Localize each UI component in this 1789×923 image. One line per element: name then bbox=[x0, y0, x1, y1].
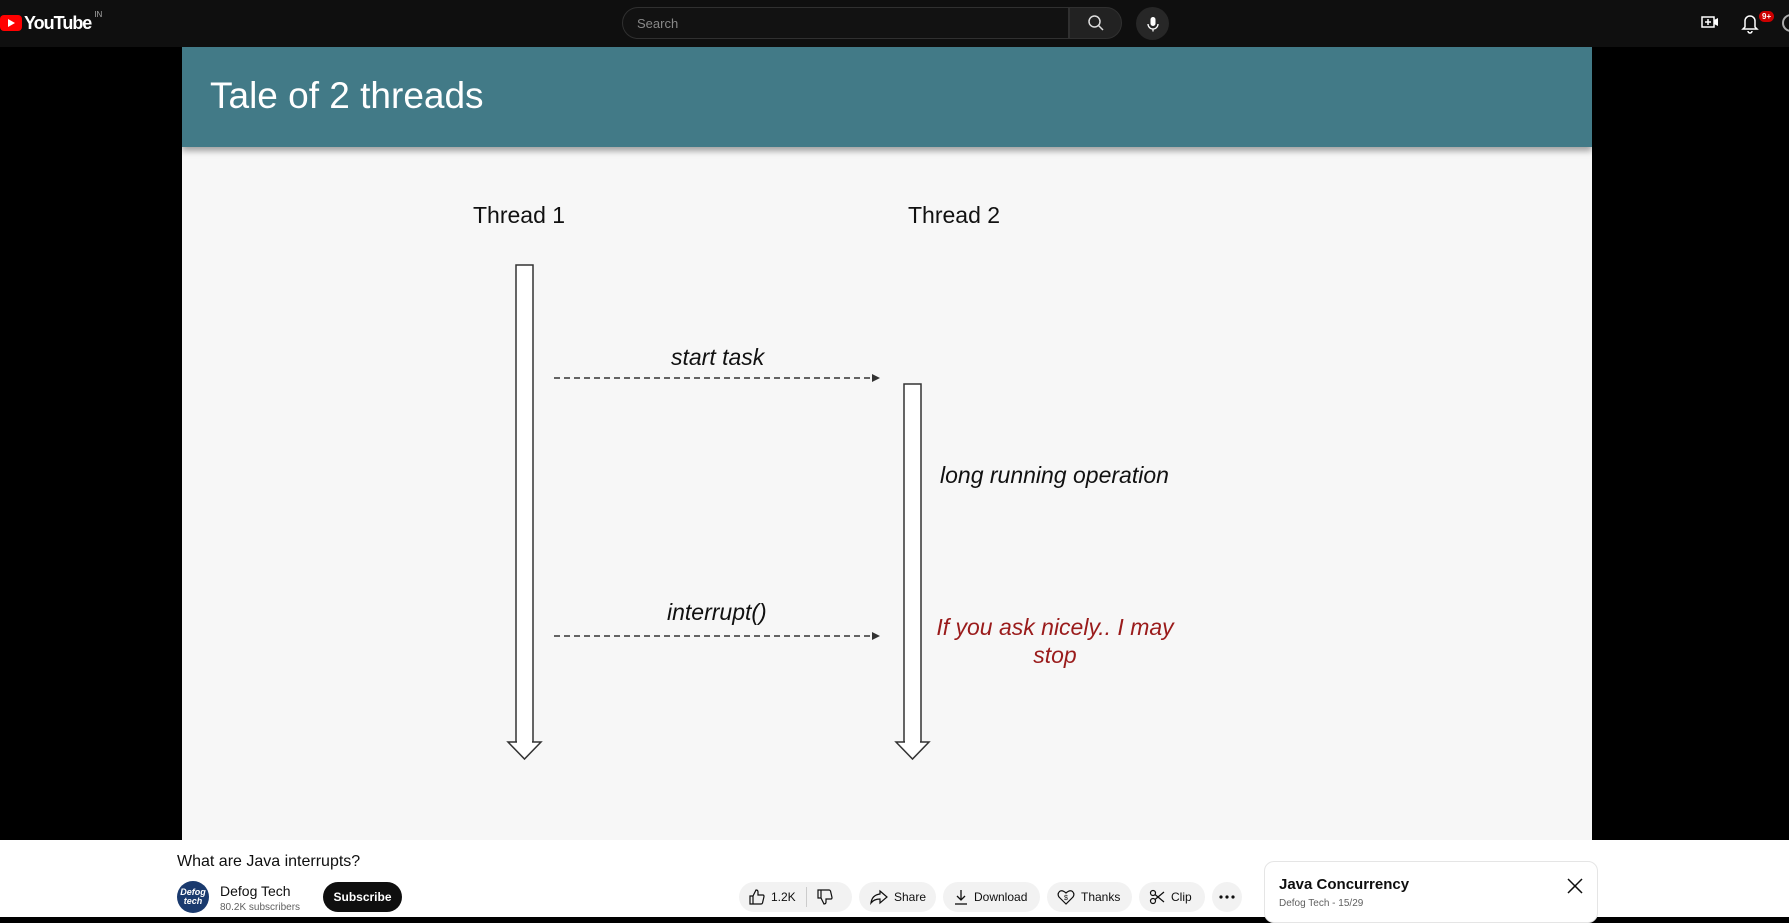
thread1-lifeline bbox=[506, 264, 543, 761]
thumbs-up-icon bbox=[749, 889, 765, 905]
youtube-play-icon bbox=[0, 15, 22, 31]
sequence-diagram bbox=[506, 264, 931, 761]
download-label: Download bbox=[974, 890, 1028, 904]
thumbs-down-icon bbox=[817, 889, 833, 905]
dislike-button[interactable] bbox=[817, 889, 833, 905]
country-code: IN bbox=[94, 10, 103, 19]
thread2-lifeline bbox=[894, 383, 931, 761]
voice-search-button[interactable] bbox=[1136, 7, 1169, 40]
more-horizontal-icon bbox=[1219, 895, 1235, 899]
avatar-icon bbox=[1782, 14, 1789, 32]
youtube-logo[interactable]: YouTube IN bbox=[0, 10, 103, 34]
top-bar: YouTube IN Search 9+ bbox=[0, 0, 1789, 47]
clip-button[interactable]: Clip bbox=[1139, 882, 1205, 912]
create-video-icon bbox=[1701, 16, 1718, 28]
share-button[interactable]: Share bbox=[859, 882, 936, 912]
logo-text: YouTube bbox=[24, 12, 92, 33]
interrupt-arrow bbox=[554, 632, 880, 640]
video-player[interactable]: Tale of 2 threads Thread 1 Thread 2 star… bbox=[182, 47, 1592, 840]
like-count: 1.2K bbox=[771, 890, 796, 904]
subscribe-button[interactable]: Subscribe bbox=[323, 882, 402, 912]
bell-icon bbox=[1741, 15, 1759, 34]
thanks-heart-icon: $ bbox=[1057, 890, 1075, 905]
create-button[interactable] bbox=[1700, 12, 1720, 37]
long-running-label: long running operation bbox=[940, 462, 1169, 488]
video-title: What are Java interrupts? bbox=[177, 853, 361, 870]
microphone-icon bbox=[1146, 16, 1159, 31]
playlist-title[interactable]: Java Concurrency bbox=[1279, 876, 1409, 893]
download-button[interactable]: Download bbox=[943, 882, 1040, 912]
interrupt-label: interrupt() bbox=[667, 599, 767, 625]
search-placeholder: Search bbox=[637, 15, 679, 31]
may-stop-label: If you ask nicely.. I may stop bbox=[936, 614, 1174, 668]
playlist-panel: Java Concurrency Defog Tech - 15/29 bbox=[1264, 861, 1598, 923]
account-avatar[interactable] bbox=[1782, 14, 1789, 32]
thread2-label: Thread 2 bbox=[908, 202, 1001, 228]
subscriber-count: 80.2K subscribers bbox=[220, 902, 301, 913]
channel-name[interactable]: Defog Tech bbox=[220, 883, 291, 899]
channel-avatar-text: Defog tech bbox=[180, 887, 206, 906]
start-task-arrow bbox=[554, 374, 880, 382]
share-label: Share bbox=[894, 890, 927, 904]
thanks-button[interactable]: $ Thanks bbox=[1047, 882, 1132, 912]
clip-label: Clip bbox=[1171, 890, 1192, 904]
video-info: What are Java interrupts? Defog tech Def… bbox=[0, 840, 1789, 923]
channel-avatar[interactable]: Defog tech bbox=[177, 881, 209, 913]
thanks-label: Thanks bbox=[1081, 890, 1121, 904]
search-button[interactable] bbox=[1069, 7, 1122, 39]
svg-text:$: $ bbox=[1064, 895, 1068, 902]
notifications-button[interactable] bbox=[1740, 12, 1760, 39]
notification-badge: 9+ bbox=[1759, 11, 1775, 22]
close-icon bbox=[1567, 878, 1583, 894]
like-dislike-group: 1.2K bbox=[739, 882, 852, 912]
search-icon bbox=[1087, 15, 1104, 31]
more-actions-button[interactable] bbox=[1212, 882, 1242, 912]
thread1-label: Thread 1 bbox=[473, 202, 566, 228]
start-task-label: start task bbox=[671, 344, 765, 370]
close-playlist-button[interactable] bbox=[1566, 877, 1584, 900]
share-icon bbox=[870, 889, 888, 905]
like-button[interactable]: 1.2K bbox=[749, 889, 796, 905]
search-input[interactable]: Search bbox=[622, 7, 1069, 39]
like-divider bbox=[805, 887, 807, 907]
playlist-subtitle: Defog Tech - 15/29 bbox=[1279, 898, 1364, 909]
scissors-icon bbox=[1149, 889, 1165, 905]
download-icon bbox=[955, 890, 967, 905]
